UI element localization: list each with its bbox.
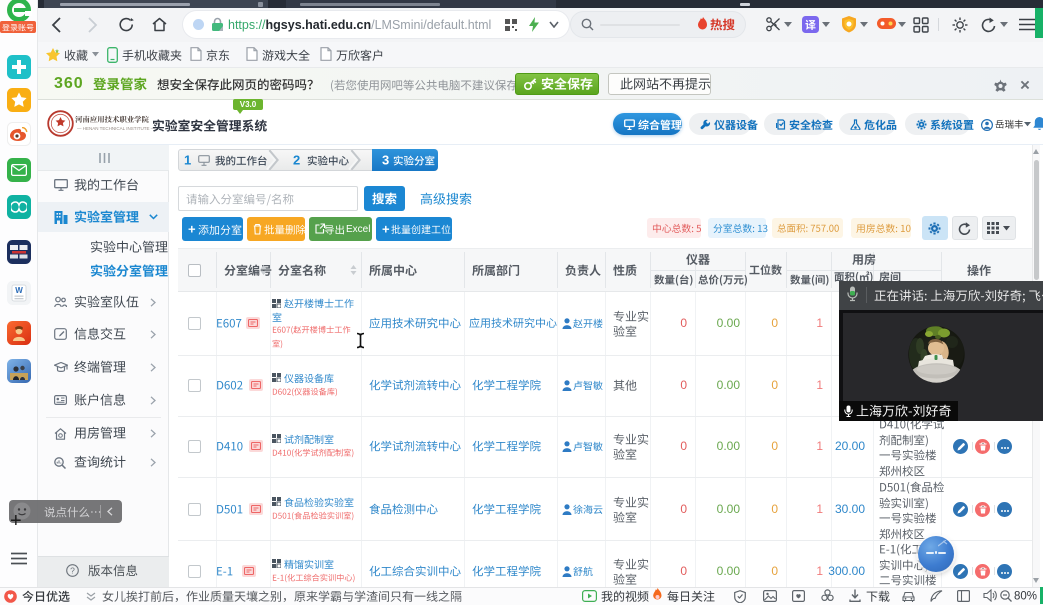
svg-text:?: ? (70, 565, 75, 575)
svg-text:W: W (15, 286, 23, 295)
